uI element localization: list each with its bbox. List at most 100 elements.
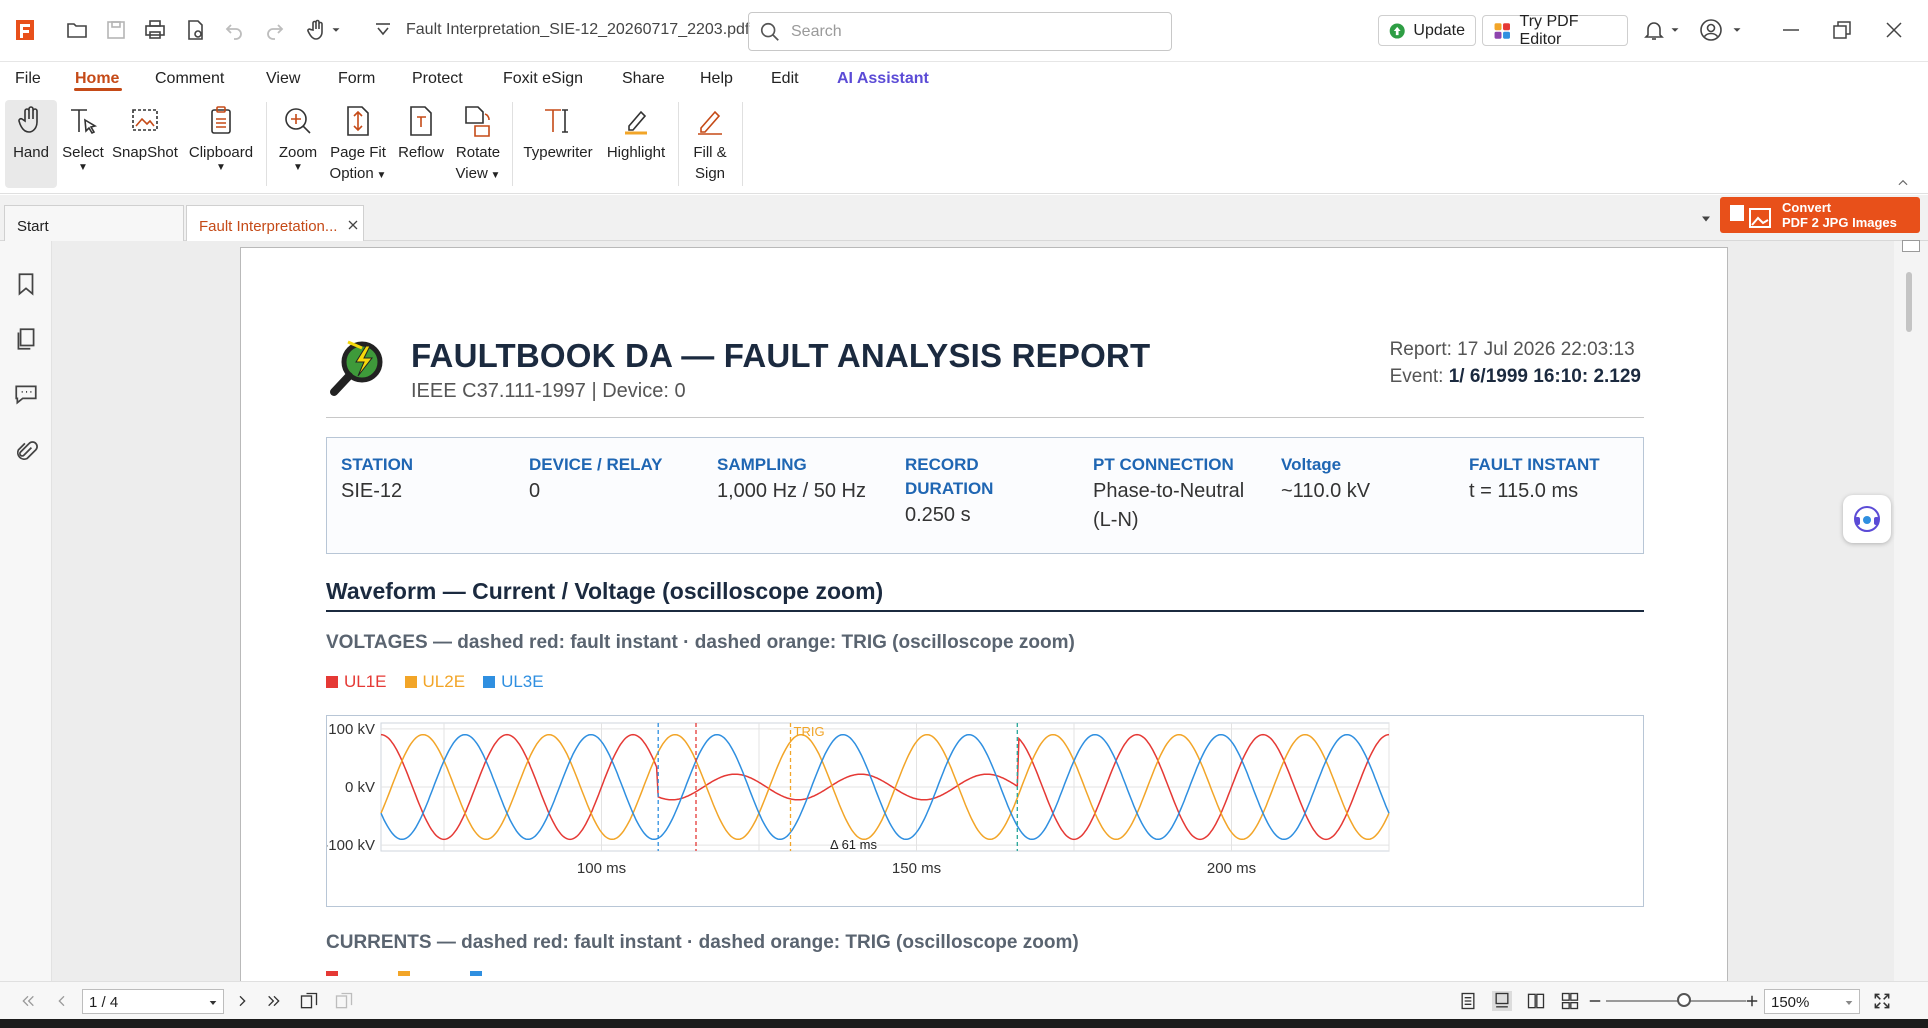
fill-sign-label-1: Fill &	[693, 144, 727, 161]
notifications-chevron-icon[interactable]	[1668, 17, 1682, 43]
full-screen-icon[interactable]	[1872, 991, 1892, 1011]
menu-share[interactable]: Share	[622, 70, 665, 88]
open-folder-icon[interactable]	[64, 17, 90, 43]
clipboard-button[interactable]: Clipboard ▼	[184, 100, 258, 188]
menu-comment[interactable]: Comment	[155, 70, 224, 88]
previous-page-icon[interactable]	[54, 993, 70, 1009]
next-view-icon[interactable]	[334, 991, 354, 1011]
menu-view[interactable]: View	[266, 70, 300, 88]
zoom-dropdown-caret[interactable]: ▼	[293, 163, 303, 173]
print-icon[interactable]	[142, 17, 168, 43]
zoom-out-icon[interactable]	[1588, 994, 1602, 1008]
select-tool-button[interactable]: Select ▼	[58, 100, 108, 188]
x-tick-label: 150 ms	[892, 860, 941, 877]
menu-protect[interactable]: Protect	[412, 70, 463, 88]
create-pdf-icon[interactable]	[182, 17, 208, 43]
ai-assistant-floating-button[interactable]	[1843, 495, 1891, 543]
facing-page-view-icon[interactable]	[1526, 991, 1546, 1011]
clipboard-dropdown-caret[interactable]: ▼	[216, 163, 226, 173]
reflow-button[interactable]: Reflow	[394, 100, 448, 188]
vertical-scrollbar[interactable]	[1894, 241, 1928, 981]
tab-start[interactable]: Start	[4, 205, 184, 241]
close-window-icon[interactable]	[1881, 17, 1907, 43]
foxit-logo-icon[interactable]	[12, 17, 38, 43]
save-icon[interactable]	[103, 17, 129, 43]
account-avatar-icon[interactable]	[1698, 17, 1724, 43]
zoom-in-icon[interactable]	[1745, 994, 1759, 1008]
y-tick-label: 0 kV	[345, 779, 375, 796]
rotate-view-button[interactable]: Rotate View ▼	[450, 100, 506, 188]
page-fit-dropdown-caret[interactable]: ▼	[374, 170, 387, 181]
page-list-chevron-icon[interactable]	[209, 999, 217, 1007]
customize-quick-access-icon[interactable]	[370, 17, 396, 43]
continuous-facing-view-icon[interactable]	[1560, 991, 1580, 1011]
select-dropdown-caret[interactable]: ▼	[78, 163, 88, 173]
menu-form[interactable]: Form	[338, 70, 375, 88]
minimize-icon[interactable]	[1778, 17, 1804, 43]
pages-thumbnails-icon[interactable]	[13, 326, 39, 352]
tab-list-chevron-icon[interactable]	[1700, 213, 1712, 225]
restore-window-icon[interactable]	[1829, 17, 1855, 43]
menu-file[interactable]: File	[15, 70, 41, 88]
search-icon	[760, 22, 779, 41]
update-button[interactable]: Update	[1378, 15, 1476, 46]
report-timestamp: Report: 17 Jul 2026 22:03:13	[1389, 339, 1635, 360]
continuous-page-view-icon[interactable]	[1492, 991, 1512, 1011]
close-tab-icon[interactable]	[347, 219, 359, 231]
snapshot-button[interactable]: SnapShot	[110, 100, 180, 188]
last-page-icon[interactable]	[266, 993, 282, 1009]
legend-ul1e-label: UL1E	[344, 672, 387, 691]
page-number-value: 1 / 4	[89, 994, 119, 1011]
menu-home[interactable]: Home	[75, 70, 119, 88]
next-page-icon[interactable]	[234, 993, 250, 1009]
menu-help[interactable]: Help	[700, 70, 733, 88]
bookmark-icon[interactable]	[13, 271, 39, 297]
first-page-icon[interactable]	[20, 993, 36, 1009]
convert-pdf-2-jpg-banner[interactable]: Convert PDF 2 JPG Images	[1720, 197, 1920, 233]
convert-line1: Convert	[1782, 200, 1832, 215]
page-number-input[interactable]: 1 / 4	[82, 989, 224, 1014]
update-label: Update	[1413, 21, 1465, 39]
search-input[interactable]: Search	[748, 12, 1172, 51]
undo-icon[interactable]	[221, 17, 247, 43]
try-pdf-editor-button[interactable]: Try PDF Editor	[1482, 13, 1628, 48]
event-label: Event:	[1389, 366, 1449, 387]
account-chevron-icon[interactable]	[1730, 17, 1744, 43]
zoom-level-chevron-icon[interactable]	[1845, 999, 1853, 1007]
rotate-label-2: View	[455, 165, 488, 182]
menu-foxit-esign[interactable]: Foxit eSign	[503, 70, 583, 88]
menu-edit[interactable]: Edit	[771, 70, 799, 88]
zoom-level-select[interactable]: 150%	[1764, 989, 1860, 1014]
info-value: 1,000 Hz / 50 Hz	[717, 480, 866, 502]
rotate-dropdown-caret[interactable]: ▼	[488, 170, 501, 181]
info-sampling: SAMPLING 1,000 Hz / 50 Hz	[717, 453, 877, 506]
trig-marker-label: TRIG	[794, 724, 825, 739]
highlight-button[interactable]: Highlight	[600, 100, 672, 188]
hand-tool-quick-icon[interactable]	[304, 17, 330, 43]
scrollbar-page-indicator[interactable]	[1902, 240, 1920, 252]
hand-tool-button[interactable]: Hand	[5, 100, 57, 188]
typewriter-button[interactable]: Typewriter	[518, 100, 598, 188]
attachments-paperclip-icon[interactable]	[13, 439, 39, 465]
previous-view-icon[interactable]	[299, 991, 319, 1011]
notifications-bell-icon[interactable]	[1641, 17, 1667, 43]
report-meta: Report: 17 Jul 2026 22:03:13 Event: 1/ 6…	[1390, 336, 1641, 390]
info-device: DEVICE / RELAY 0	[529, 453, 709, 506]
chevron-down-icon[interactable]	[329, 17, 343, 43]
snapshot-icon	[132, 109, 158, 131]
vertical-scrollbar-thumb[interactable]	[1906, 272, 1912, 332]
menu-ai-assistant[interactable]: AI Assistant	[837, 70, 929, 88]
fill-and-sign-button[interactable]: Fill & Sign	[684, 100, 736, 188]
page-fit-option-button[interactable]: Page Fit Option ▼	[326, 100, 390, 188]
currents-legend-cut	[326, 970, 506, 976]
zoom-button[interactable]: Zoom ▼	[272, 100, 324, 188]
hand-icon	[18, 106, 38, 133]
zoom-slider-thumb[interactable]	[1677, 993, 1691, 1007]
comments-panel-icon[interactable]	[13, 381, 39, 407]
redo-icon[interactable]	[262, 17, 288, 43]
tab-document[interactable]: Fault Interpretation...	[186, 205, 364, 241]
clipboard-icon	[211, 106, 231, 134]
zoom-slider-track[interactable]	[1606, 1000, 1746, 1002]
collapse-ribbon-icon[interactable]	[1896, 176, 1910, 190]
single-page-view-icon[interactable]	[1458, 991, 1478, 1011]
